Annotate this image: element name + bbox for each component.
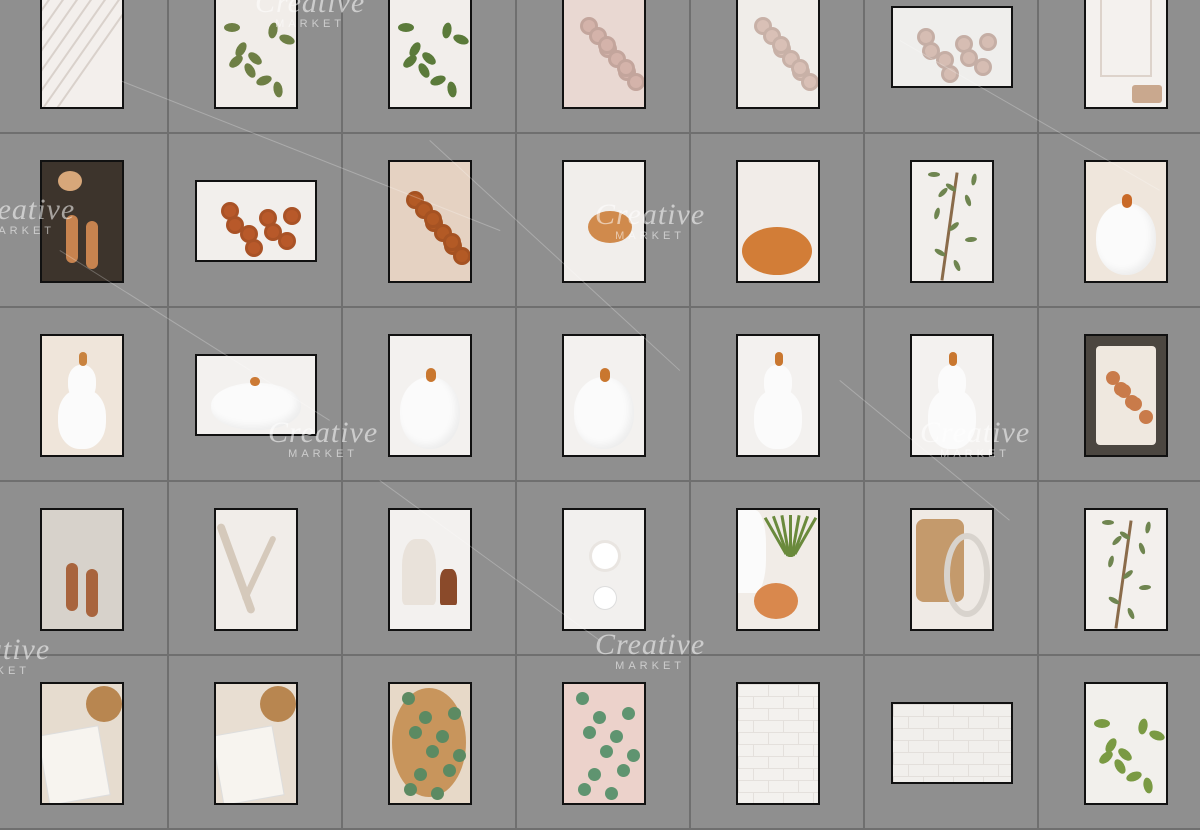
wood-trinket-box-photo[interactable] xyxy=(910,507,994,631)
grid-cell[interactable] xyxy=(343,482,517,656)
grid-cell[interactable] xyxy=(1039,308,1200,482)
grid-cell[interactable] xyxy=(865,0,1039,134)
white-gourd-photo[interactable] xyxy=(40,333,124,457)
eucalyptus-pink-photo[interactable] xyxy=(562,681,646,805)
grid-cell[interactable] xyxy=(517,482,691,656)
orange-pumpkin-photo[interactable] xyxy=(736,159,820,283)
grid-cell[interactable] xyxy=(691,0,865,134)
grid-cell[interactable] xyxy=(343,656,517,830)
grid-cell[interactable] xyxy=(343,0,517,134)
greenery-branch-photo[interactable] xyxy=(214,0,298,109)
grid-cell[interactable] xyxy=(169,134,343,308)
white-doorway-photo[interactable] xyxy=(1084,0,1168,109)
dried-flowers-closeup-photo[interactable] xyxy=(388,159,472,283)
rose-bouquet-top-photo[interactable] xyxy=(736,0,820,109)
olive-branch-2-photo[interactable] xyxy=(1084,507,1168,631)
plant-and-pumpkin-photo[interactable] xyxy=(736,507,820,631)
grid-cell[interactable] xyxy=(865,656,1039,830)
grid-cell[interactable] xyxy=(0,482,169,656)
grid-cell[interactable] xyxy=(169,482,343,656)
grid-cell[interactable] xyxy=(1039,482,1200,656)
white-pumpkin-curly-stem-photo[interactable] xyxy=(388,333,472,457)
grid-cell[interactable] xyxy=(169,0,343,134)
grid-cell[interactable] xyxy=(517,308,691,482)
book-and-wood-bowl-photo[interactable] xyxy=(40,681,124,805)
grid-cell[interactable] xyxy=(1039,0,1200,134)
olive-branch-photo[interactable] xyxy=(910,159,994,283)
grid-cell[interactable] xyxy=(0,134,169,308)
grid-cell[interactable] xyxy=(865,134,1039,308)
white-pumpkin-landscape-photo[interactable] xyxy=(195,354,317,436)
grid-cell[interactable] xyxy=(1039,656,1200,830)
grid-cell[interactable] xyxy=(0,0,169,134)
greenery-sprig-photo[interactable] xyxy=(388,0,472,109)
white-pumpkin-orange-stem-photo[interactable] xyxy=(1084,159,1168,283)
grid-cell[interactable] xyxy=(343,308,517,482)
sandals-on-rug-photo[interactable] xyxy=(40,507,124,631)
white-brick-wall-photo[interactable] xyxy=(736,681,820,805)
white-brick-landscape-photo[interactable] xyxy=(891,702,1013,784)
grid-cell[interactable] xyxy=(691,656,865,830)
grid-cell[interactable] xyxy=(517,134,691,308)
grid-cell[interactable] xyxy=(865,308,1039,482)
grid-cell[interactable] xyxy=(0,308,169,482)
blush-roses-photo[interactable] xyxy=(562,0,646,109)
grid-cell[interactable] xyxy=(517,0,691,134)
grid-cell[interactable] xyxy=(691,308,865,482)
white-gourd-tall-photo[interactable] xyxy=(736,333,820,457)
book-and-succulent-photo[interactable] xyxy=(214,681,298,805)
grid-cell[interactable] xyxy=(1039,134,1200,308)
eucalyptus-bowl-photo[interactable] xyxy=(388,681,472,805)
thumbnail-grid xyxy=(0,0,1200,830)
driftwood-photo[interactable] xyxy=(214,507,298,631)
grid-cell[interactable] xyxy=(0,656,169,830)
dried-flower-tray-photo[interactable] xyxy=(1084,333,1168,457)
white-pumpkin-closeup-photo[interactable] xyxy=(562,333,646,457)
brick-and-plant-photo[interactable] xyxy=(1084,681,1168,805)
grid-cell[interactable] xyxy=(865,482,1039,656)
grid-cell[interactable] xyxy=(169,656,343,830)
vases-photo[interactable] xyxy=(388,507,472,631)
white-gourd-tall-2-photo[interactable] xyxy=(910,333,994,457)
dried-bouquet-hand-photo[interactable] xyxy=(195,180,317,262)
white-paneled-wall-photo[interactable] xyxy=(40,0,124,109)
grid-cell[interactable] xyxy=(517,656,691,830)
grid-cell[interactable] xyxy=(691,482,865,656)
grid-cell[interactable] xyxy=(343,134,517,308)
pumpkin-in-hand-photo[interactable] xyxy=(562,159,646,283)
grid-cell[interactable] xyxy=(691,134,865,308)
white-flower-vase-photo[interactable] xyxy=(562,507,646,631)
